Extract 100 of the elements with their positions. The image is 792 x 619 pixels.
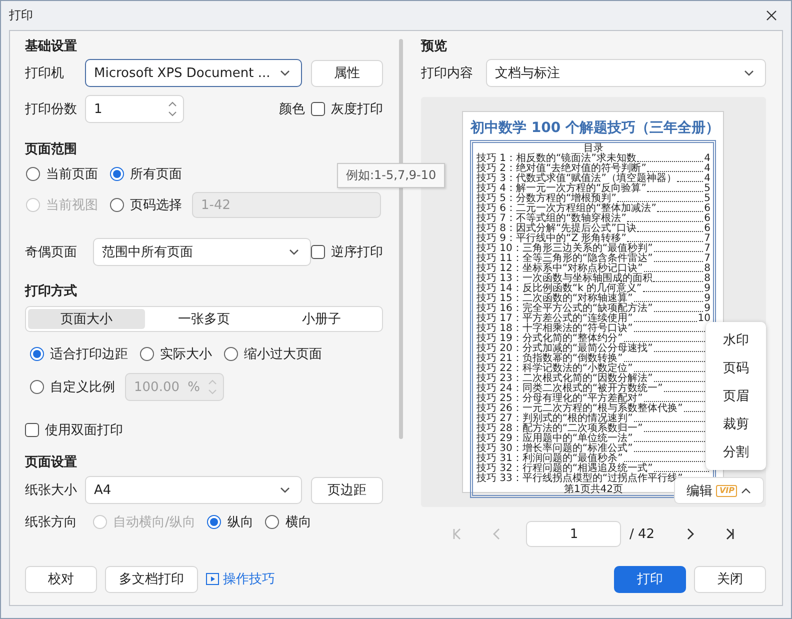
play-icon bbox=[206, 573, 219, 585]
section-heading: 打印方式 bbox=[25, 283, 78, 301]
field-label: 打印机 bbox=[25, 65, 65, 82]
chevron-down-icon bbox=[288, 248, 300, 256]
close-icon[interactable] bbox=[766, 10, 777, 21]
radio-button[interactable] bbox=[140, 347, 154, 361]
section-heading: 基础设置 bbox=[25, 38, 78, 56]
page-number-field[interactable]: 1 bbox=[526, 521, 622, 547]
radio-label[interactable]: 缩小过大页面 bbox=[244, 345, 322, 363]
field-label: 纸张方向 bbox=[25, 514, 78, 531]
paper-size-dropdown[interactable]: A4 bbox=[85, 476, 302, 504]
checkbox-label[interactable]: 逆序打印 bbox=[331, 243, 383, 261]
vip-badge: VIP bbox=[716, 484, 738, 496]
tab[interactable]: 页面大小 bbox=[28, 309, 146, 329]
radio-button[interactable] bbox=[26, 167, 40, 181]
document-title: 初中数学 100 个解题技巧（三年全册） bbox=[470, 118, 716, 138]
page-number: 5 bbox=[704, 194, 710, 204]
checkbox[interactable] bbox=[25, 423, 39, 437]
print-content-dropdown[interactable]: 文档与标注 bbox=[486, 59, 766, 87]
contents-entry: 技巧 23：二次根式化简的“因数分解法” bbox=[476, 374, 653, 384]
radio-button[interactable] bbox=[30, 347, 44, 361]
footer-button[interactable]: 校对 bbox=[25, 566, 97, 592]
contents-entry: 技巧 14：反比例函数“k 的几何意义” bbox=[476, 284, 642, 294]
field-label: 颜色 bbox=[279, 101, 305, 118]
page-number: 7 bbox=[704, 244, 710, 254]
contents-entry: 技巧 32：行程问题的“相遇追及统一式” bbox=[476, 464, 653, 474]
menu-item[interactable]: 裁剪 bbox=[706, 410, 766, 438]
checkbox-label[interactable]: 灰度打印 bbox=[331, 100, 383, 118]
tab[interactable]: 小册子 bbox=[262, 309, 380, 329]
checkbox[interactable] bbox=[311, 245, 325, 259]
page-number: 10 bbox=[698, 314, 710, 324]
contents-heading: 目录 bbox=[583, 143, 604, 154]
menu-item[interactable]: 页码 bbox=[706, 354, 766, 382]
spinner-arrows-icon[interactable] bbox=[168, 100, 177, 118]
menu-item[interactable]: 水印 bbox=[706, 326, 766, 354]
contents-entry: 技巧 4：解一元一次方程的“反向验算” bbox=[476, 184, 646, 194]
contents-entry: 技巧 20：分式加减的“最简公分母速找” bbox=[476, 344, 653, 354]
page-number: 8 bbox=[704, 274, 710, 284]
contents-entry: 技巧 31：利润问题的“最值秒杀” bbox=[476, 454, 623, 464]
radio-label[interactable]: 页码选择 bbox=[130, 196, 182, 214]
page-footer: 第1页共42页 bbox=[564, 484, 624, 495]
contents-entry: 技巧 15：二次函数的“对称轴速算” bbox=[476, 294, 633, 304]
contents-entry: 技巧 22：科学记数法的“小数定位” bbox=[476, 364, 633, 374]
page-number: 8 bbox=[704, 264, 710, 274]
radio-button[interactable] bbox=[30, 380, 44, 394]
menu-item[interactable]: 页眉 bbox=[706, 382, 766, 410]
contents-entry: 技巧 7：不等式组的“数轴穿根法” bbox=[476, 214, 626, 224]
margins-button[interactable]: 页边距 bbox=[311, 476, 383, 504]
close-button[interactable]: 关闭 bbox=[694, 566, 766, 592]
radio-button[interactable] bbox=[207, 515, 222, 529]
properties-button[interactable]: 属性 bbox=[311, 60, 383, 86]
section-heading: 页面范围 bbox=[25, 141, 78, 159]
copies-field[interactable]: 1 bbox=[85, 95, 184, 123]
section-heading: 预览 bbox=[420, 38, 448, 56]
print-button[interactable]: 打印 bbox=[614, 566, 686, 592]
page-number: 4 bbox=[704, 174, 710, 184]
radio-button[interactable] bbox=[224, 347, 238, 361]
radio-button[interactable] bbox=[110, 167, 124, 181]
contents-entry: 技巧 19：分式化简的“整体约分” bbox=[476, 334, 623, 344]
contents-entry: 技巧 2：绝对值“去绝对值的符号判断” bbox=[476, 164, 646, 174]
contents-entry: 技巧 24：同类二次根式的“被开方数统一” bbox=[476, 384, 663, 394]
page-number: 6 bbox=[704, 214, 710, 224]
footer-button[interactable]: 多文档打印 bbox=[105, 566, 198, 592]
radio-label[interactable]: 自定义比例 bbox=[50, 378, 115, 396]
printer-dropdown[interactable]: Microsoft XPS Document ... bbox=[85, 59, 302, 87]
page-number: 5 bbox=[704, 184, 710, 194]
checkbox-label[interactable]: 使用双面打印 bbox=[45, 421, 123, 439]
page-number: 6 bbox=[704, 204, 710, 214]
field-label: 打印内容 bbox=[420, 65, 474, 82]
contents-entry: 技巧 8：因式分解“先提后公式”口诀 bbox=[476, 224, 636, 234]
scale-value: 100.00 bbox=[134, 380, 180, 394]
radio-label[interactable]: 当前页面 bbox=[46, 165, 98, 183]
page-number: 4 bbox=[704, 164, 710, 174]
odd-even-dropdown[interactable]: 范围中所有页面 bbox=[93, 238, 311, 266]
page-number: 9 bbox=[704, 294, 710, 304]
radio-button[interactable] bbox=[265, 515, 280, 529]
page-number: 9 bbox=[704, 304, 710, 314]
field-label: 纸张大小 bbox=[25, 482, 78, 499]
radio-label[interactable]: 所有页面 bbox=[130, 165, 182, 183]
contents-entry: 技巧 25：分母有理化的“平方差配对” bbox=[476, 394, 643, 404]
chevron-down-icon bbox=[279, 486, 291, 494]
contents-entry: 技巧 26：一元二次方程的“根与系数整体代换” bbox=[476, 404, 683, 414]
radio-button[interactable] bbox=[110, 198, 124, 212]
tips-link[interactable]: 操作技巧 bbox=[206, 570, 275, 588]
radio-label[interactable]: 适合打印边距 bbox=[50, 345, 128, 363]
contents-entry: 技巧 1：相反数的“镜面法”求未知数 bbox=[476, 154, 636, 164]
menu-item[interactable]: 分割 bbox=[706, 438, 766, 466]
window-title: 打印 bbox=[9, 7, 33, 24]
page-total: / 42 bbox=[629, 526, 655, 542]
checkbox[interactable] bbox=[311, 102, 325, 116]
radio-label[interactable]: 纵向 bbox=[227, 513, 254, 531]
contents-entry: 技巧 21：负指数幂的“倒数转换” bbox=[476, 354, 623, 364]
contents-entry: 技巧 3：代数式求值“赋值法”（填空题神器） bbox=[476, 174, 676, 184]
radio-label[interactable]: 横向 bbox=[285, 513, 312, 531]
tab[interactable]: 一张多页 bbox=[145, 309, 263, 329]
contents-entry: 技巧 16：完全平方公式的“缺项配方法” bbox=[476, 304, 653, 314]
contents-entry: 技巧 28：配方法的“二次项系数归一” bbox=[476, 424, 643, 434]
radio-label[interactable]: 实际大小 bbox=[160, 345, 212, 363]
contents-entry: 技巧 27：判别式的“根的情况速判” bbox=[476, 414, 633, 424]
unit-label: % bbox=[188, 380, 200, 394]
